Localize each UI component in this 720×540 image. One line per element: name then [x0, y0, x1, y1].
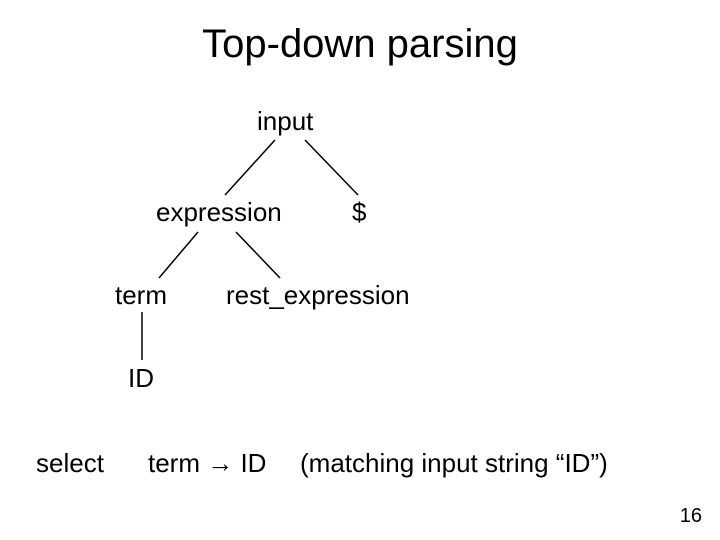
page-number: 16 — [680, 505, 702, 528]
slide-title: Top-down parsing — [0, 22, 720, 67]
caption-label: select — [36, 448, 104, 479]
tree-node-expression: expression — [156, 197, 282, 228]
tree-node-rest-expression: rest_expression — [226, 280, 410, 311]
tree-node-input: input — [257, 106, 313, 137]
tree-node-dollar: $ — [352, 197, 366, 228]
caption-note: (matching input string “ID”) — [300, 448, 608, 479]
caption-rule: term → ID — [148, 448, 266, 479]
tree-node-id: ID — [128, 363, 154, 394]
tree-node-term: term — [115, 280, 167, 311]
